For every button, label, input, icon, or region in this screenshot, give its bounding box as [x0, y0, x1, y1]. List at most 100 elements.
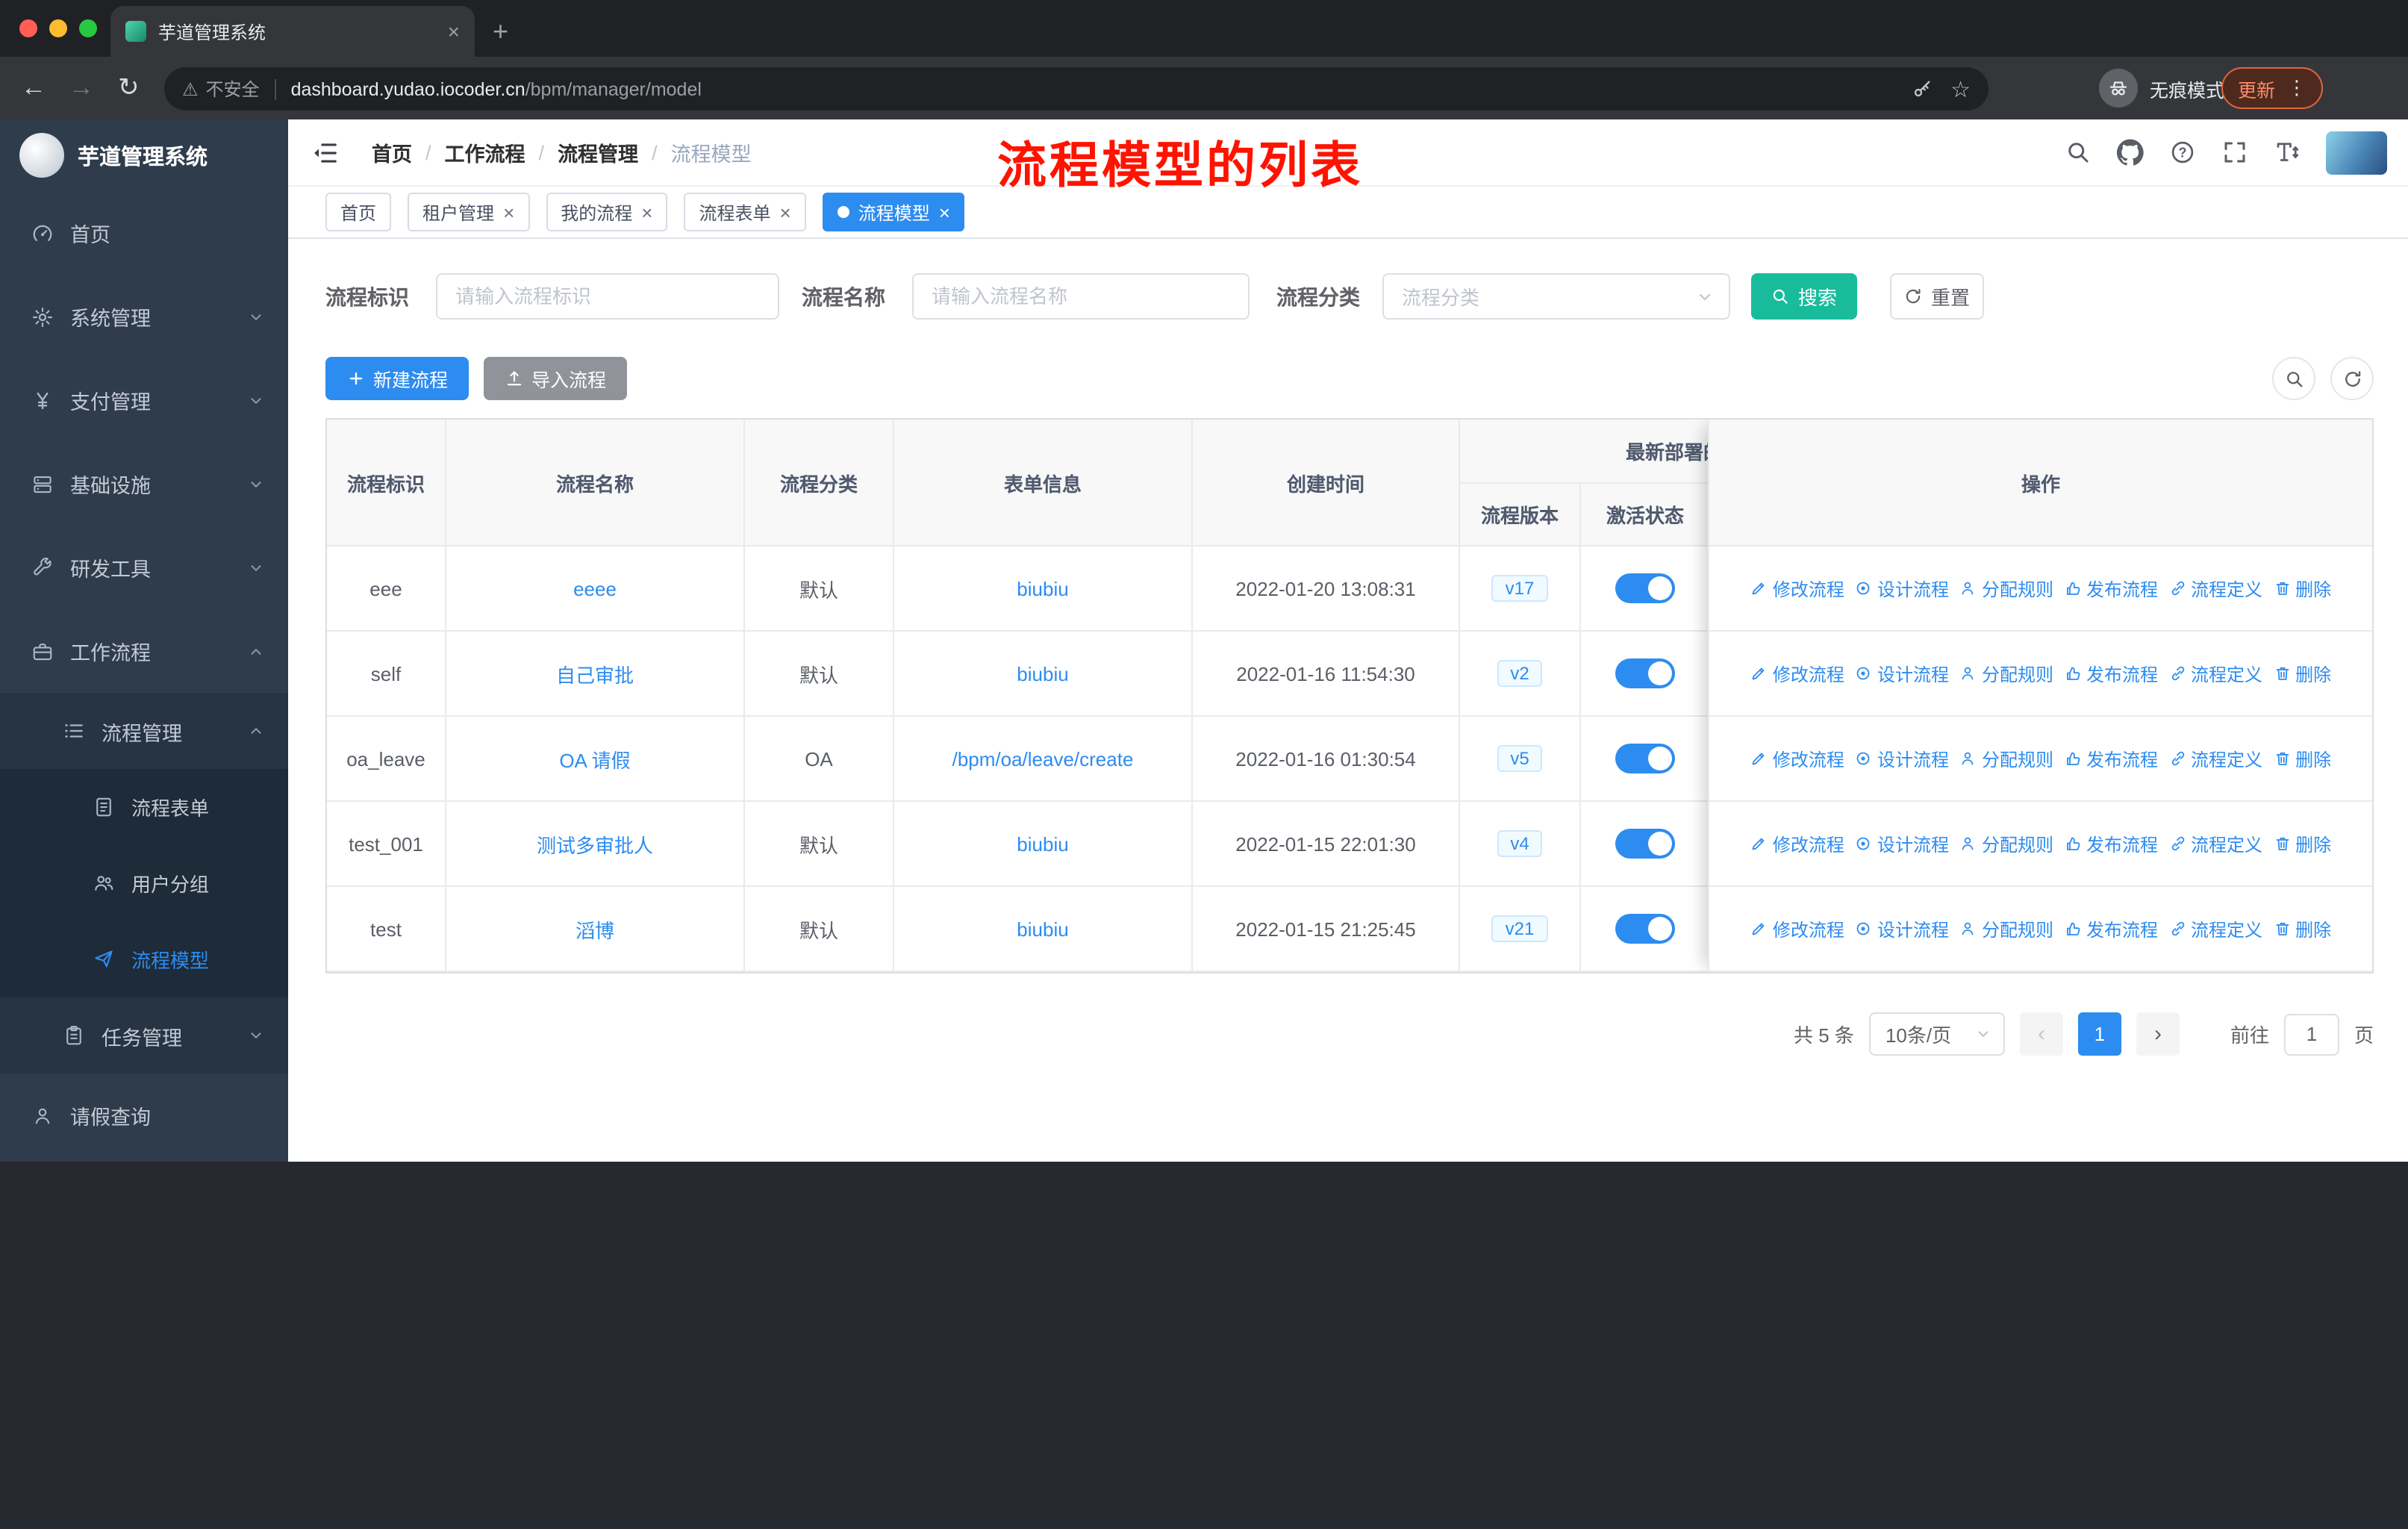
action-delete-button[interactable]: 删除: [2273, 831, 2331, 856]
view-tag-my-process[interactable]: 我的流程 ×: [546, 193, 668, 231]
browser-tab[interactable]: 芋道管理系统 ×: [110, 6, 475, 57]
close-tag-icon[interactable]: ×: [503, 201, 514, 223]
search-button[interactable]: 搜索: [1751, 273, 1857, 320]
process-name-link[interactable]: 测试多审批人: [537, 829, 653, 858]
address-bar[interactable]: ⚠ 不安全 dashboard.yudao.iocoder.cn /bpm/ma…: [164, 67, 1989, 110]
action-assign-button[interactable]: 分配规则: [1959, 916, 2053, 941]
breadcrumb-item[interactable]: 工作流程: [445, 137, 525, 167]
action-modify-button[interactable]: 修改流程: [1750, 661, 1844, 686]
maximize-window-button[interactable]: [79, 19, 97, 37]
action-delete-button[interactable]: 删除: [2273, 746, 2331, 771]
action-design-button[interactable]: 设计流程: [1855, 576, 1949, 601]
sidebar-item-process-manage[interactable]: 流程管理: [0, 693, 288, 769]
process-name-link[interactable]: 滔博: [576, 915, 614, 943]
next-page-button[interactable]: ›: [2136, 1012, 2180, 1056]
action-modify-button[interactable]: 修改流程: [1750, 831, 1844, 856]
process-name-link[interactable]: OA 请假: [559, 744, 630, 773]
sidebar-item-workflow[interactable]: 工作流程: [0, 609, 288, 693]
view-tag-home[interactable]: 首页: [325, 193, 392, 231]
sidebar-item-task-manage[interactable]: 任务管理: [0, 997, 288, 1074]
form-link[interactable]: biubiu: [1017, 577, 1068, 600]
form-link[interactable]: biubiu: [1017, 918, 1068, 940]
page-size-select[interactable]: 10条/页: [1868, 1012, 2005, 1056]
process-name-input[interactable]: [912, 273, 1250, 320]
close-tag-icon[interactable]: ×: [780, 201, 791, 223]
sidebar-item-user-group[interactable]: 用户分组: [0, 845, 288, 921]
action-definition-button[interactable]: 流程定义: [2168, 576, 2262, 601]
action-modify-button[interactable]: 修改流程: [1750, 746, 1844, 771]
goto-page-input[interactable]: [2283, 1013, 2339, 1055]
refresh-table-button[interactable]: [2330, 357, 2374, 400]
active-toggle[interactable]: [1615, 573, 1675, 603]
new-tab-button[interactable]: +: [493, 15, 508, 48]
sidebar-item-devtools[interactable]: 研发工具: [0, 526, 288, 609]
password-key-icon[interactable]: [1910, 78, 1933, 100]
breadcrumb-item[interactable]: 首页: [372, 137, 412, 167]
sidebar-item-leave-query[interactable]: 请假查询: [0, 1074, 288, 1157]
view-tag-process-form[interactable]: 流程表单 ×: [684, 193, 806, 231]
search-icon[interactable]: [2065, 139, 2092, 166]
collapse-sidebar-icon[interactable]: [311, 138, 339, 166]
action-definition-button[interactable]: 流程定义: [2168, 661, 2262, 686]
sidebar-item-system[interactable]: 系统管理: [0, 275, 288, 358]
active-toggle[interactable]: [1615, 914, 1675, 944]
action-modify-button[interactable]: 修改流程: [1750, 576, 1844, 601]
process-name-link[interactable]: 自己审批: [556, 659, 634, 688]
reload-icon[interactable]: ↻: [118, 73, 140, 103]
action-assign-button[interactable]: 分配规则: [1959, 661, 2053, 686]
view-tag-process-model[interactable]: 流程模型 ×: [822, 193, 965, 231]
create-process-button[interactable]: 新建流程: [325, 357, 470, 400]
back-icon[interactable]: ←: [21, 73, 46, 103]
action-modify-button[interactable]: 修改流程: [1750, 916, 1844, 941]
github-icon[interactable]: [2117, 139, 2144, 166]
process-name-link[interactable]: eeee: [573, 577, 617, 600]
action-delete-button[interactable]: 删除: [2273, 916, 2331, 941]
process-category-select[interactable]: 流程分类: [1382, 273, 1730, 320]
import-process-button[interactable]: 导入流程: [484, 357, 628, 400]
action-assign-button[interactable]: 分配规则: [1959, 576, 2053, 601]
prev-page-button[interactable]: ‹: [2019, 1012, 2063, 1056]
action-definition-button[interactable]: 流程定义: [2168, 916, 2262, 941]
close-tag-icon[interactable]: ×: [641, 201, 652, 223]
active-toggle[interactable]: [1615, 744, 1675, 773]
action-publish-button[interactable]: 发布流程: [2064, 576, 2158, 601]
action-publish-button[interactable]: 发布流程: [2064, 746, 2158, 771]
action-definition-button[interactable]: 流程定义: [2168, 746, 2262, 771]
close-tag-icon[interactable]: ×: [939, 201, 950, 223]
toggle-search-button[interactable]: [2272, 357, 2315, 400]
help-icon[interactable]: [2169, 139, 2196, 166]
tab-close-icon[interactable]: ×: [448, 19, 460, 43]
action-publish-button[interactable]: 发布流程: [2064, 916, 2158, 941]
action-publish-button[interactable]: 发布流程: [2064, 831, 2158, 856]
action-design-button[interactable]: 设计流程: [1855, 916, 1949, 941]
action-delete-button[interactable]: 删除: [2273, 661, 2331, 686]
app-logo[interactable]: 芋道管理系统: [0, 119, 288, 191]
form-link[interactable]: biubiu: [1017, 662, 1068, 685]
active-toggle[interactable]: [1615, 658, 1675, 688]
browser-menu-icon[interactable]: ⋮: [2287, 76, 2306, 100]
action-definition-button[interactable]: 流程定义: [2168, 831, 2262, 856]
breadcrumb-item[interactable]: 流程管理: [558, 137, 638, 167]
action-assign-button[interactable]: 分配规则: [1959, 831, 2053, 856]
bookmark-star-icon[interactable]: ☆: [1950, 75, 1971, 102]
form-link[interactable]: biubiu: [1017, 832, 1068, 855]
view-tag-tenant[interactable]: 租户管理 ×: [408, 193, 530, 231]
active-toggle[interactable]: [1615, 829, 1675, 859]
action-delete-button[interactable]: 删除: [2273, 576, 2331, 601]
sidebar-item-payment[interactable]: 支付管理: [0, 358, 288, 442]
sidebar-item-process-model[interactable]: 流程模型: [0, 921, 288, 997]
form-link[interactable]: /bpm/oa/leave/create: [952, 747, 1134, 770]
sidebar-item-process-form[interactable]: 流程表单: [0, 769, 288, 845]
minimize-window-button[interactable]: [49, 19, 67, 37]
browser-update-button[interactable]: 更新 ⋮: [2221, 67, 2323, 109]
process-key-input[interactable]: [436, 273, 779, 320]
fullscreen-icon[interactable]: [2221, 139, 2248, 166]
reset-button[interactable]: 重置: [1890, 273, 1984, 320]
forward-icon[interactable]: →: [69, 73, 94, 103]
user-avatar[interactable]: [2326, 131, 2387, 174]
font-size-icon[interactable]: [2274, 139, 2301, 166]
action-design-button[interactable]: 设计流程: [1855, 746, 1949, 771]
action-design-button[interactable]: 设计流程: [1855, 661, 1949, 686]
close-window-button[interactable]: [19, 19, 37, 37]
current-page-button[interactable]: 1: [2077, 1012, 2121, 1056]
